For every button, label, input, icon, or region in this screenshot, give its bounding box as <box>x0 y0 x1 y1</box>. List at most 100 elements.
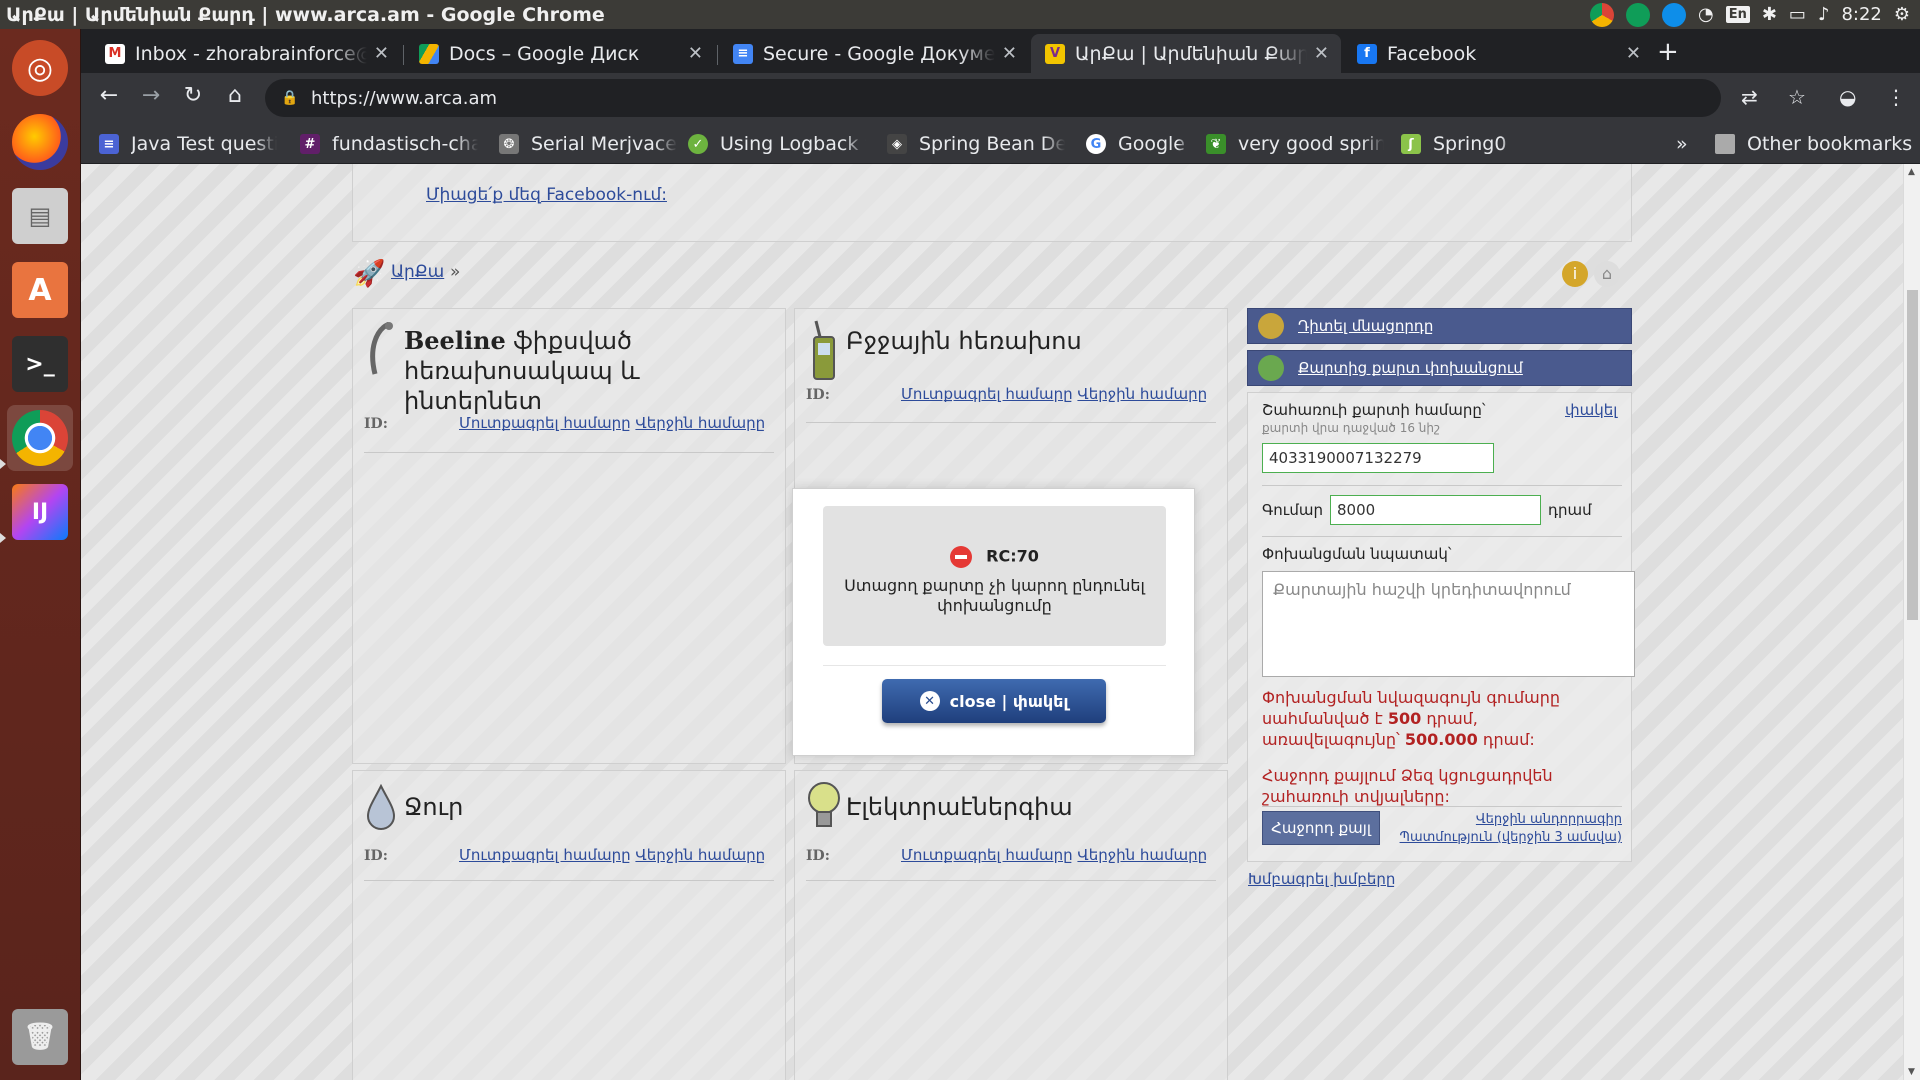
translate-icon[interactable]: ⇄ <box>1741 85 1758 109</box>
address-bar[interactable]: 🔒 https://www.arca.am <box>265 79 1721 117</box>
keyboard-layout-indicator[interactable]: En <box>1725 6 1750 23</box>
ubuntu-logo-icon: ◎ <box>12 40 68 96</box>
water-last-number-link[interactable]: Վերջին համարը <box>635 846 765 864</box>
lock-icon[interactable]: 🔒 <box>281 90 298 106</box>
tab-close-icon[interactable]: ✕ <box>1314 43 1329 64</box>
chrome-launcher[interactable] <box>7 405 73 471</box>
bookmark-spring0[interactable]: ʃ Spring0 <box>1401 131 1513 157</box>
battery-icon[interactable]: ▭ <box>1789 4 1806 25</box>
hangouts-tray-icon[interactable] <box>1625 2 1650 27</box>
reload-icon[interactable]: ↻ <box>178 83 208 108</box>
bookmarks-bar: ≡ Java Test questio # fundastisch-chat ❂… <box>81 123 1920 164</box>
forward-icon[interactable]: → <box>136 83 166 108</box>
close-form-link[interactable]: փակել <box>1565 401 1617 419</box>
teamviewer-tray-icon[interactable] <box>1661 2 1686 27</box>
bookmark-logback[interactable]: ✓ Using Logback w <box>688 131 866 157</box>
amount-input[interactable]: 8000 <box>1330 495 1541 525</box>
bluetooth-icon[interactable]: ✱ <box>1762 4 1777 25</box>
files-launcher[interactable]: ▤ <box>7 183 73 249</box>
bookmark-very-good-spring[interactable]: ❦ very good spring <box>1206 131 1384 157</box>
firefox-icon <box>12 114 68 170</box>
back-icon[interactable]: ← <box>94 83 124 108</box>
scroll-down-arrow-icon[interactable]: ▼ <box>1908 1067 1915 1077</box>
edit-groups-link[interactable]: Խմբագրել խմբերը <box>1248 870 1395 888</box>
spring-boot-icon: ʃ <box>1401 134 1421 154</box>
intellij-launcher[interactable]: IJ <box>7 479 73 545</box>
breadcrumb-home-link[interactable]: ԱրՔա <box>391 262 444 282</box>
mobile-enter-number-link[interactable]: Մուտքագրել համարը <box>901 385 1073 403</box>
docs-icon: ≡ <box>99 134 119 154</box>
electricity-enter-number-link[interactable]: Մուտքագրել համարը <box>901 846 1073 864</box>
wifi-icon[interactable]: ◔ <box>1698 4 1714 25</box>
tab-close-icon[interactable]: ✕ <box>374 43 389 64</box>
tab-close-icon[interactable]: ✕ <box>688 43 703 64</box>
page-scrollbar[interactable]: ▲ ▼ <box>1903 164 1920 1080</box>
divider <box>823 665 1166 666</box>
tab-separator <box>403 45 404 65</box>
tab-strip: M Inbox - zhorabrainforce@ ✕ Docs – Goog… <box>81 29 1920 73</box>
mobile-last-number-link[interactable]: Վերջին համարը <box>1077 385 1207 403</box>
next-step-button[interactable]: Հաջորդ քայլ <box>1262 811 1380 845</box>
tab-facebook[interactable]: f Facebook ✕ <box>1343 34 1653 73</box>
bookmark-fundastisch-chat[interactable]: # fundastisch-chat <box>300 131 478 157</box>
incognito-extension-icon[interactable]: ◒ <box>1839 85 1856 109</box>
beeline-enter-number-link[interactable]: Մուտքագրել համարը <box>459 414 631 432</box>
electricity-last-number-link[interactable]: Վերջին համարը <box>1077 846 1207 864</box>
bookmark-star-icon[interactable]: ☆ <box>1788 85 1806 109</box>
settings-gear-icon[interactable]: ⚙ <box>1894 4 1910 25</box>
divider <box>364 880 774 881</box>
card-number-label: Շահառուի քարտի համարը՝ <box>1262 401 1486 419</box>
tab-google-docs[interactable]: ≡ Secure - Google Докумен ✕ <box>719 34 1029 73</box>
tab-close-icon[interactable]: ✕ <box>1002 43 1017 64</box>
purpose-textarea[interactable]: Քարտային հաշվի կրեդիտավորում <box>1262 571 1635 677</box>
tab-drive[interactable]: Docs – Google Диск ✕ <box>405 34 715 73</box>
mobile-links: Մուտքագրել համարը Վերջին համարը <box>901 385 1207 403</box>
ubuntu-dash-button[interactable]: ◎ <box>7 35 73 101</box>
beeline-last-number-link[interactable]: Վերջին համարը <box>635 414 765 432</box>
bookmark-serial-merjvace[interactable]: ❂ Serial Merjvace <box>499 131 677 157</box>
divider <box>1262 485 1622 486</box>
new-tab-button[interactable]: + <box>1657 37 1679 67</box>
receipt-history-link[interactable]: Վերջին անդորրագիր Պատմություն (վերջին 3 … <box>1386 811 1622 847</box>
firefox-launcher[interactable] <box>7 109 73 175</box>
bookmark-spring-bean[interactable]: ◈ Spring Bean Defi <box>887 131 1065 157</box>
bookmark-java-test[interactable]: ≡ Java Test questio <box>99 131 277 157</box>
page-viewport: Միացե՛ք մեզ Facebook-ում: 🚀 ԱրՔա » i ⌂ B… <box>81 164 1903 1080</box>
tab-gmail[interactable]: M Inbox - zhorabrainforce@ ✕ <box>91 34 401 73</box>
menu-icon[interactable]: ⋮ <box>1886 85 1906 109</box>
water-enter-number-link[interactable]: Մուտքագրել համարը <box>459 846 631 864</box>
other-bookmarks-folder[interactable]: Other bookmarks <box>1715 131 1912 157</box>
info-icon[interactable]: i <box>1562 261 1588 287</box>
url-text[interactable]: https://www.arca.am <box>311 88 497 109</box>
close-dialog-button[interactable]: ✕ close | փակել <box>882 679 1106 723</box>
unity-launcher: ◎ ▤ A >_ IJ 🗑 <box>0 29 81 1080</box>
section-title-mobile: Բջջային հեռախոս <box>846 327 1082 355</box>
purpose-label: Փոխանցման նպատակ՝ <box>1262 545 1452 563</box>
card-to-card-transfer-button[interactable]: Քարտից քարտ փոխանցում <box>1247 350 1632 386</box>
software-center-launcher[interactable]: A <box>7 257 73 323</box>
card-number-input[interactable]: 4033190007132279 <box>1262 443 1494 473</box>
amount-label: Գումար <box>1262 501 1323 519</box>
tab-arca[interactable]: V ԱրՔա | Արմենիան Քարդ ✕ <box>1031 34 1341 73</box>
error-dialog: RC:70 Ստացող քարտը չի կարող ընդունել փոխ… <box>792 488 1195 756</box>
electricity-links: Մուտքագրել համարը Վերջին համարը <box>901 846 1207 864</box>
trash-launcher[interactable]: 🗑 <box>7 1004 73 1070</box>
clock[interactable]: 8:22 <box>1841 4 1881 25</box>
facebook-join-link[interactable]: Միացե՛ք մեզ Facebook-ում: <box>426 185 667 205</box>
docs-icon: ≡ <box>733 43 753 64</box>
volume-icon[interactable]: ♪ <box>1818 4 1830 25</box>
scroll-up-arrow-icon[interactable]: ▲ <box>1908 167 1915 177</box>
home-icon[interactable]: ⌂ <box>220 83 250 108</box>
terminal-launcher[interactable]: >_ <box>7 331 73 397</box>
home-page-icon[interactable]: ⌂ <box>1594 261 1620 287</box>
amount-unit: դրամ <box>1548 501 1592 519</box>
chrome-tray-icon[interactable] <box>1589 2 1614 27</box>
bookmarks-overflow-chevron[interactable]: » <box>1676 131 1688 157</box>
beeline-links: Մուտքագրել համարը Վերջին համարը <box>459 414 765 432</box>
tab-close-icon[interactable]: ✕ <box>1626 43 1641 64</box>
scrollbar-thumb[interactable] <box>1907 290 1918 620</box>
view-balance-button[interactable]: Դիտել մնացորդը <box>1247 308 1632 344</box>
folder-icon <box>1715 134 1735 154</box>
bookmark-google[interactable]: G Google <box>1086 131 1188 157</box>
intellij-icon: IJ <box>12 484 68 540</box>
